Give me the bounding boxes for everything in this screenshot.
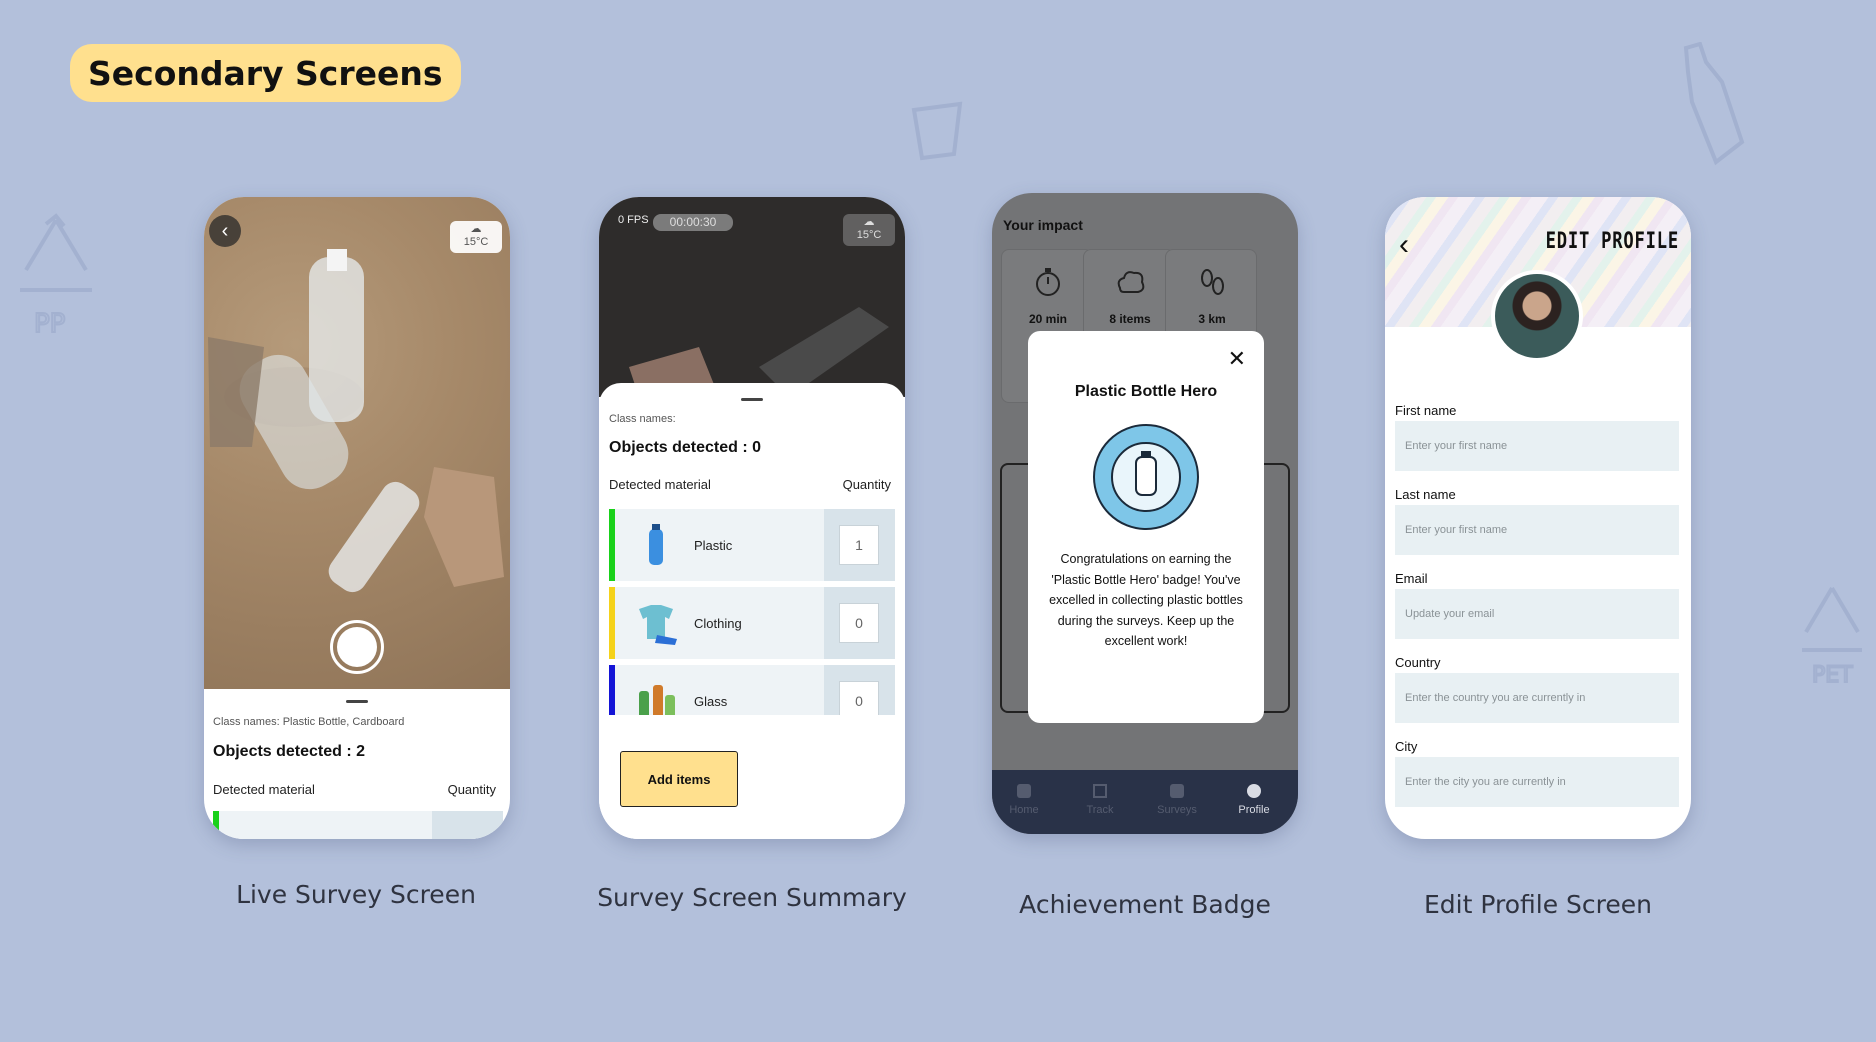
city-label: City: [1395, 739, 1418, 754]
plastic-bottle-icon: [649, 524, 663, 565]
back-button[interactable]: ‹: [1399, 230, 1409, 260]
last-name-field[interactable]: [1395, 505, 1679, 555]
nav-profile[interactable]: Profile: [1224, 784, 1284, 816]
class-names: Class names: Plastic Bottle, Cardboard: [213, 716, 405, 728]
profile-icon: [1247, 784, 1261, 798]
email-field[interactable]: [1395, 589, 1679, 639]
timer-label: 00:00:30: [653, 214, 733, 231]
back-button[interactable]: ‹: [209, 215, 241, 247]
footsteps-icon: [1201, 269, 1224, 295]
material-row: Plastic 1: [609, 509, 895, 581]
fps-label: 0 FPS: [618, 214, 649, 226]
class-names: Class names:: [609, 413, 676, 425]
nav-surveys[interactable]: Surveys: [1147, 784, 1207, 816]
country-field[interactable]: [1395, 673, 1679, 723]
city-field[interactable]: [1395, 757, 1679, 807]
impact-stat-value: 8 items: [1109, 312, 1151, 326]
first-name-label: First name: [1395, 403, 1457, 418]
impact-title: Your impact: [1003, 217, 1083, 233]
camera-preview: [204, 197, 510, 689]
objects-detected: Objects detected : 2: [213, 743, 366, 760]
nav-surveys-label: Surveys: [1157, 804, 1197, 816]
shutter-button[interactable]: [330, 620, 384, 674]
impact-stat-value: 20 min: [1028, 312, 1067, 326]
badge-modal: ✕ Plastic Bottle Hero Congratulations on…: [1028, 331, 1264, 723]
impact-stat-value: 3 km: [1198, 312, 1226, 326]
caption-achievement: Achievement Badge: [1019, 890, 1271, 919]
home-icon: [1017, 784, 1031, 798]
weather-temp: 15°C: [463, 236, 489, 248]
nav-track-label: Track: [1086, 804, 1114, 816]
quantity-cell: 0: [824, 587, 895, 659]
country-label: Country: [1395, 655, 1441, 670]
survey-summary-phone: 0 FPS 00:00:30 ☁ 15°C Class names: Objec…: [599, 197, 905, 839]
quantity-input[interactable]: 0: [839, 603, 879, 643]
badge-title: Plastic Bottle Hero: [1074, 383, 1218, 400]
quantity-header: Quantity: [842, 477, 891, 492]
bottles-photo: [208, 249, 504, 593]
scan-icon: [1093, 784, 1107, 798]
caption-edit-profile: Edit Profile Screen: [1424, 890, 1652, 919]
achievement-phone: Your impact 20 min 8 items 3 km Home Track…: [992, 193, 1298, 834]
nav-home-label: Home: [1009, 804, 1039, 816]
recycle-pet-icon: PET: [1802, 586, 1862, 689]
weather-temp: 15°C: [856, 229, 882, 241]
cloud-icon: ☁: [863, 216, 875, 228]
quantity-header: Quantity: [447, 782, 496, 797]
page-heading: Secondary Screens: [70, 44, 461, 102]
live-survey-phone: ‹ ☁ 15°C Class names: Plastic Bottle, Ca…: [204, 197, 510, 839]
bottle-icon: [1683, 42, 1745, 166]
weather-badge: ☁ 15°C: [843, 214, 895, 246]
edit-profile-phone: ‹ EDIT PROFILE First name Last name Email C…: [1385, 197, 1691, 839]
cloud-icon: ☁: [470, 223, 482, 235]
nav-profile-label: Profile: [1238, 804, 1270, 816]
material-color-bar: [609, 509, 615, 581]
detected-material-header: Detected material: [213, 782, 315, 797]
material-name: Clothing: [694, 616, 742, 631]
stopwatch-icon: [1036, 268, 1060, 296]
bottom-nav: Home Track Surveys Profile: [992, 770, 1298, 834]
last-name-label: Last name: [1395, 487, 1456, 502]
first-name-field[interactable]: [1395, 421, 1679, 471]
material-row: [213, 811, 503, 839]
clothing-icon: [639, 605, 677, 645]
nav-track[interactable]: Track: [1070, 784, 1130, 816]
quantity-cell: [432, 811, 503, 839]
surveys-icon: [1170, 784, 1184, 798]
cup-icon: [911, 101, 963, 161]
recycle-pp-icon: PP: [20, 213, 92, 340]
plastic-bottle-hero-badge-icon: [1093, 424, 1199, 530]
weather-badge: ☁ 15°C: [450, 221, 502, 253]
co2-cloud-icon: [1117, 271, 1145, 293]
material-color-bar: [609, 587, 615, 659]
avatar[interactable]: [1491, 270, 1583, 362]
quantity-cell: 1: [824, 509, 895, 581]
sheet-handle[interactable]: [741, 398, 763, 401]
badge-description: Congratulations on earning the 'Plastic …: [1049, 552, 1243, 648]
quantity-input[interactable]: 1: [839, 525, 879, 565]
svg-text:PP: PP: [34, 309, 65, 339]
nav-home[interactable]: Home: [994, 784, 1054, 816]
add-items-button[interactable]: Add items: [620, 751, 738, 807]
material-name: Glass: [694, 694, 728, 709]
objects-detected: Objects detected : 0: [609, 439, 762, 456]
email-label: Email: [1395, 571, 1428, 586]
detected-material-header: Detected material: [609, 477, 711, 492]
edit-profile-title: EDIT PROFILE: [1545, 229, 1679, 254]
sheet-handle[interactable]: [346, 700, 368, 703]
material-row: Clothing 0: [609, 587, 895, 659]
svg-text:PET: PET: [1812, 663, 1853, 688]
caption-live-survey: Live Survey Screen: [236, 880, 476, 909]
material-color-bar: [213, 811, 219, 839]
close-icon[interactable]: ✕: [1228, 348, 1246, 370]
caption-survey-summary: Survey Screen Summary: [597, 883, 907, 912]
material-name: Plastic: [694, 538, 733, 553]
